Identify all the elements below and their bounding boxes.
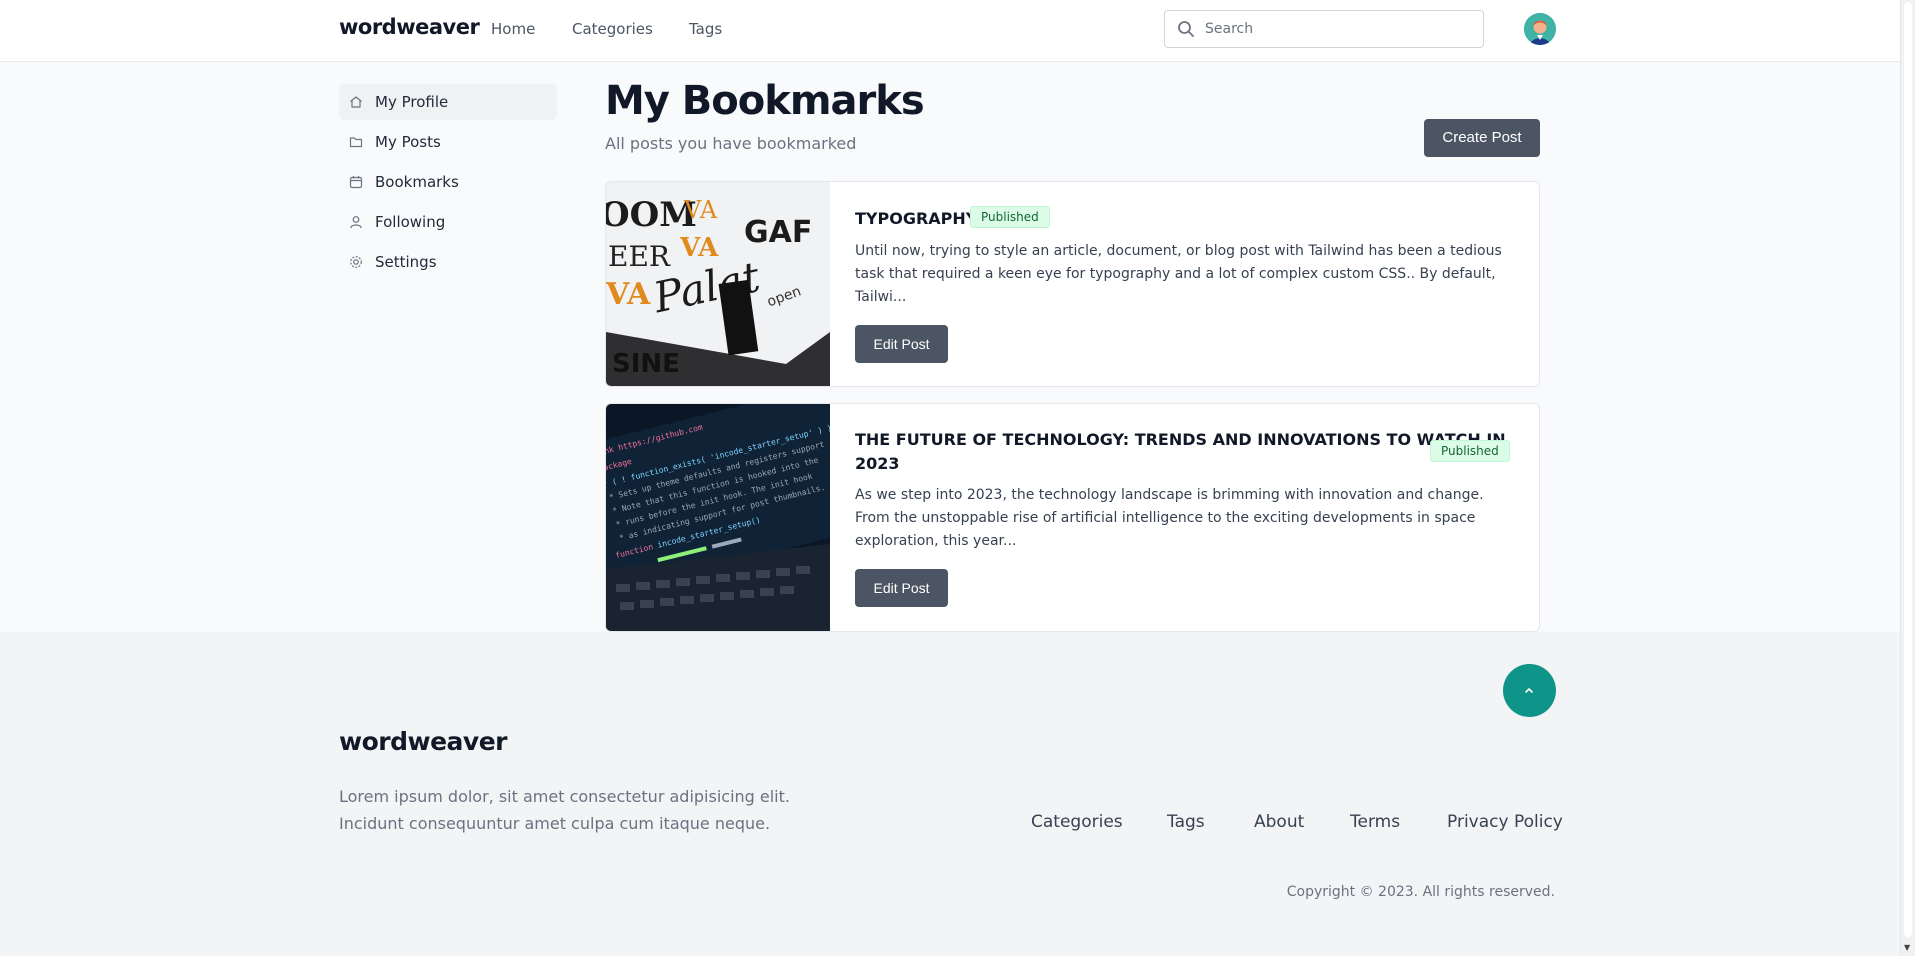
sidebar-item-bookmarks[interactable]: Bookmarks bbox=[339, 164, 557, 200]
top-navbar: wordweaver Home Categories Tags bbox=[0, 0, 1900, 62]
site-logo[interactable]: wordweaver bbox=[339, 15, 480, 39]
code-laptop-image: @link https://github.com @package if ( !… bbox=[606, 404, 830, 631]
footer-link-terms[interactable]: Terms bbox=[1350, 812, 1400, 832]
post-title[interactable]: THE FUTURE OF TECHNOLOGY: TRENDS AND INN… bbox=[855, 428, 1506, 476]
search-box[interactable] bbox=[1164, 10, 1484, 48]
post-excerpt: Until now, trying to style an article, d… bbox=[855, 243, 1502, 305]
nav-categories[interactable]: Categories bbox=[572, 20, 653, 38]
copyright-text: Copyright © 2023. All rights reserved. bbox=[1286, 884, 1555, 900]
scroll-down-arrow-icon[interactable]: ▼ bbox=[1904, 943, 1910, 952]
footer-description: Lorem ipsum dolor, sit amet consectetur … bbox=[339, 787, 790, 833]
typography-image: OOM VA GAF EER VA Palat VA SINE open bbox=[606, 182, 830, 386]
search-icon bbox=[1178, 21, 1194, 37]
svg-text:SINE: SINE bbox=[612, 349, 680, 379]
folder-icon bbox=[349, 137, 363, 148]
sidebar-item-following[interactable]: Following bbox=[339, 204, 557, 240]
page-title: My Bookmarks bbox=[605, 78, 925, 124]
status-badge: Published bbox=[970, 206, 1050, 228]
sidebar-item-my-posts[interactable]: My Posts bbox=[339, 124, 557, 160]
svg-text:GAF: GAF bbox=[744, 215, 812, 250]
avatar-image bbox=[1524, 13, 1556, 45]
nav-tags[interactable]: Tags bbox=[689, 20, 722, 38]
footer bbox=[0, 632, 1900, 956]
footer-link-categories[interactable]: Categories bbox=[1031, 812, 1123, 832]
calendar-icon bbox=[349, 176, 363, 189]
page-scrollbar[interactable]: ▼ bbox=[1900, 0, 1915, 956]
sidebar-item-settings[interactable]: Settings bbox=[339, 244, 557, 280]
sidebar-item-label: Settings bbox=[375, 253, 437, 271]
post-title[interactable]: TYPOGRAPHY bbox=[855, 207, 977, 231]
post-thumbnail-typography[interactable]: OOM VA GAF EER VA Palat VA SINE open bbox=[606, 182, 830, 386]
chevron-up-icon bbox=[1525, 688, 1533, 693]
edit-post-button[interactable]: Edit Post bbox=[855, 569, 948, 607]
create-post-button[interactable]: Create Post bbox=[1424, 119, 1540, 157]
sidebar-item-label: Following bbox=[375, 213, 446, 231]
post-card: @link https://github.com @package if ( !… bbox=[605, 403, 1540, 632]
avatar[interactable] bbox=[1524, 13, 1556, 45]
sidebar-item-label: My Posts bbox=[375, 133, 441, 151]
post-excerpt: As we step into 2023, the technology lan… bbox=[855, 487, 1484, 549]
gear-icon bbox=[350, 256, 362, 268]
sidebar-item-my-profile[interactable]: My Profile bbox=[339, 84, 557, 120]
scrollbar-thumb[interactable] bbox=[1904, 2, 1912, 937]
page-subtitle: All posts you have bookmarked bbox=[605, 134, 857, 153]
status-badge: Published bbox=[1430, 440, 1510, 462]
edit-post-button[interactable]: Edit Post bbox=[855, 325, 948, 363]
svg-text:VA: VA bbox=[683, 196, 718, 224]
sidebar-item-label: Bookmarks bbox=[375, 173, 459, 191]
svg-text:VA: VA bbox=[679, 233, 719, 263]
search-input[interactable] bbox=[1205, 19, 1465, 39]
post-title-line: 2023 bbox=[855, 454, 900, 473]
home-icon bbox=[350, 96, 362, 108]
footer-link-tags[interactable]: Tags bbox=[1167, 812, 1205, 832]
users-icon bbox=[350, 216, 362, 229]
svg-text:VA: VA bbox=[606, 277, 651, 312]
sidebar-item-label: My Profile bbox=[375, 93, 449, 111]
scroll-to-top-button[interactable] bbox=[1503, 664, 1556, 717]
svg-text:EER: EER bbox=[608, 240, 671, 273]
nav-home[interactable]: Home bbox=[491, 20, 535, 38]
post-title-line: THE FUTURE OF TECHNOLOGY: TRENDS AND INN… bbox=[855, 430, 1506, 449]
post-thumbnail-technology[interactable]: @link https://github.com @package if ( !… bbox=[606, 404, 830, 631]
footer-logo[interactable]: wordweaver bbox=[339, 727, 508, 756]
footer-link-privacy-policy[interactable]: Privacy Policy bbox=[1447, 812, 1563, 832]
footer-link-about[interactable]: About bbox=[1254, 812, 1304, 832]
post-card: OOM VA GAF EER VA Palat VA SINE open TYP… bbox=[605, 181, 1540, 387]
